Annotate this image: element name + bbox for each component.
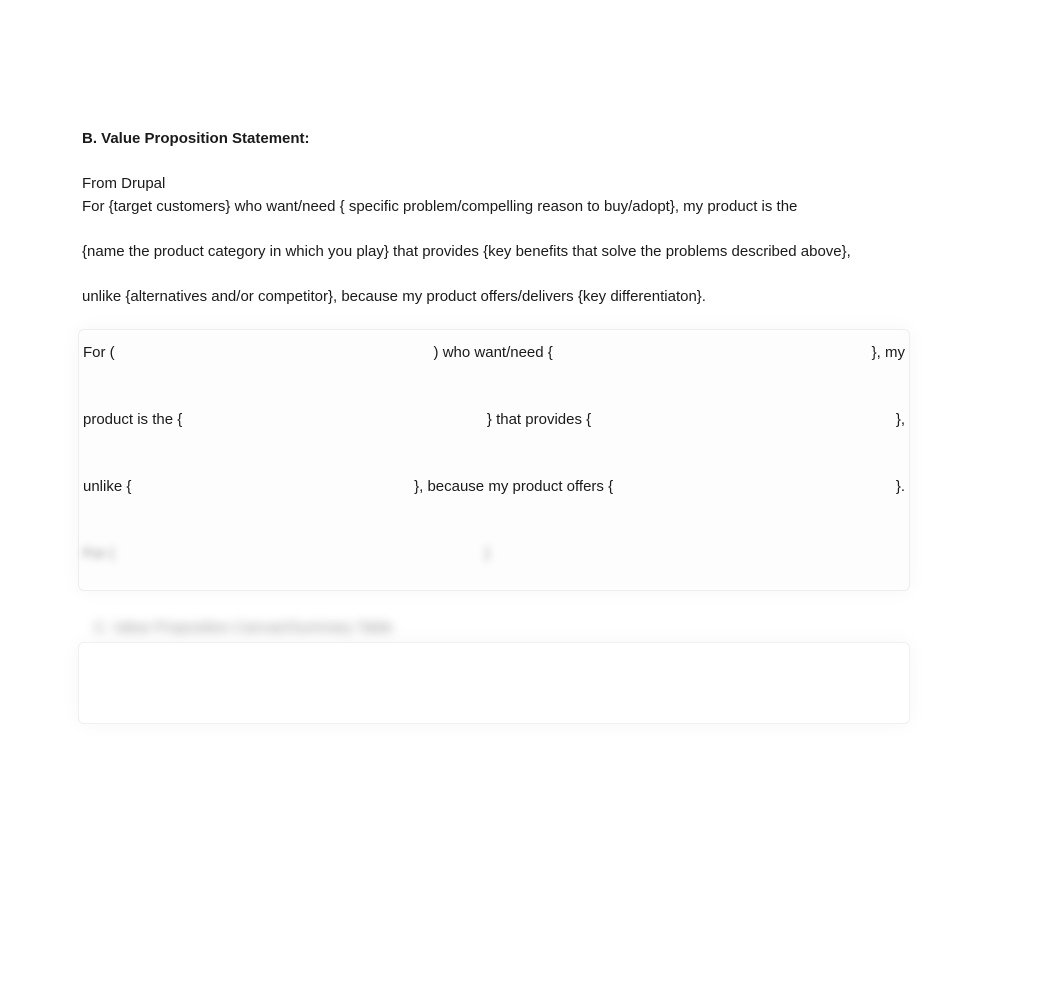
- next-section-label-blurred: C. Value Proposition Canvas/Summary Tabl…: [94, 619, 912, 636]
- empty-content-box: [78, 642, 910, 724]
- fill-text: }, because my product offers {: [414, 478, 613, 495]
- fill-text: unlike {: [83, 478, 131, 495]
- template-line-2: {name the product category in which you …: [82, 241, 912, 262]
- fill-line-3: unlike { }, because my product offers { …: [79, 478, 909, 495]
- source-label: From Drupal: [82, 175, 912, 192]
- fill-text: }.: [896, 478, 905, 495]
- fill-text: For (: [83, 344, 115, 361]
- fill-line-1: For ( ) who want/need { }, my: [79, 344, 909, 361]
- section-heading: B. Value Proposition Statement:: [82, 130, 912, 147]
- template-line-3: unlike {alternatives and/or competitor},…: [82, 286, 912, 307]
- document-content: B. Value Proposition Statement: From Dru…: [82, 130, 912, 724]
- blur-text: }: [485, 545, 490, 562]
- fill-text: product is the {: [83, 411, 182, 428]
- fill-line-2: product is the { } that provides { },: [79, 411, 909, 428]
- template-line-1: For {target customers} who want/need { s…: [82, 196, 912, 217]
- fill-in-box: For ( ) who want/need { }, my product is…: [78, 329, 910, 591]
- blurred-preview-row: For ( }: [79, 545, 909, 562]
- blur-text: For (: [83, 545, 115, 562]
- fill-text: ) who want/need {: [434, 344, 553, 361]
- fill-text: } that provides {: [487, 411, 591, 428]
- fill-text: }, my: [872, 344, 905, 361]
- fill-text: },: [896, 411, 905, 428]
